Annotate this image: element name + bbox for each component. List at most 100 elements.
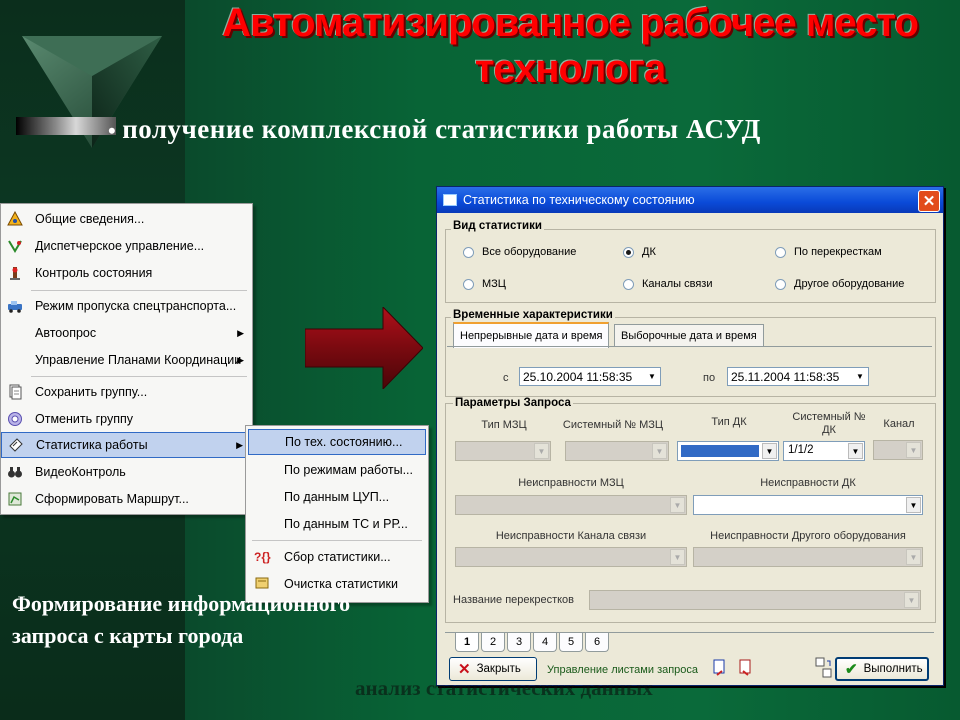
menu-item-label: Режим пропуска спецтранспорта... xyxy=(35,299,237,313)
radio-dk[interactable]: ДК xyxy=(623,246,656,258)
close-button-label: Закрыть xyxy=(476,663,521,675)
page-tab-1[interactable]: 1 xyxy=(455,633,479,652)
page-tab-6[interactable]: 6 xyxy=(585,633,609,652)
kanal-select[interactable]: ▼ xyxy=(873,440,923,460)
sys-dk-value: 1/1/2 xyxy=(788,444,814,456)
radio-label: По перекресткам xyxy=(794,246,882,258)
tab-continuous[interactable]: Непрерывные дата и время xyxy=(453,322,610,348)
tab-selective[interactable]: Выборочные дата и время xyxy=(614,324,764,347)
page-tab-label: 4 xyxy=(541,636,549,648)
dropdown-arrow-icon: ▼ xyxy=(906,549,921,565)
slide-bullet: • получение комплексной статистики работы… xyxy=(108,114,761,145)
radio-label: ДК xyxy=(642,246,656,258)
radio-other-equipment[interactable]: Другое оборудование xyxy=(775,278,904,290)
swap-icon[interactable] xyxy=(815,657,833,682)
dropdown-arrow-icon: ▼ xyxy=(670,497,685,513)
page-tab-label: 1 xyxy=(463,636,471,648)
statistics-submenu: По тех. состоянию... По режимам работы..… xyxy=(245,425,429,603)
radio-all-equipment[interactable]: Все оборудование xyxy=(463,246,576,258)
menu-item-build-route[interactable]: Сформировать Маршрут... xyxy=(1,486,252,512)
menu-item-dispatch-control[interactable]: Диспетчерское управление... xyxy=(1,233,252,259)
page-tab-3[interactable]: 3 xyxy=(507,633,531,652)
menu-item-cancel-group[interactable]: Отменить группу xyxy=(1,406,252,432)
stat-type-label: Вид статистики xyxy=(451,220,544,232)
submenu-item-label: Сбор статистики... xyxy=(284,550,391,564)
dropdown-arrow-icon: ▼ xyxy=(906,497,921,513)
page-tab-label: 6 xyxy=(593,636,601,648)
to-label: по xyxy=(703,372,716,384)
radio-label: Другое оборудование xyxy=(794,278,905,290)
menu-item-video-control[interactable]: ВидеоКонтроль xyxy=(1,459,252,485)
to-datetime-picker[interactable]: 25.11.2004 11:58:35 ▼ xyxy=(727,367,869,386)
menu-item-label: Контроль состояния xyxy=(35,266,153,280)
menu-item-special-vehicle[interactable]: Режим пропуска спецтранспорта... xyxy=(1,293,252,319)
fault-channel-label: Неисправности Канала связи xyxy=(495,530,647,542)
vehicle-icon xyxy=(3,296,27,316)
menu-item-status-control[interactable]: Контроль состояния xyxy=(1,260,252,286)
decorative-bar xyxy=(16,117,116,135)
radio-mzc[interactable]: МЗЦ xyxy=(463,278,506,290)
tip-mzc-label: Тип МЗЦ xyxy=(481,419,527,431)
sys-mzc-label: Системный № МЗЦ xyxy=(562,419,664,431)
menu-item-general-info[interactable]: Общие сведения... xyxy=(1,206,252,232)
route-icon xyxy=(3,489,27,509)
sys-dk-select[interactable]: 1/1/2 ▼ xyxy=(783,441,865,461)
status-icon xyxy=(3,263,27,283)
menu-item-save-group[interactable]: Сохранить группу... xyxy=(1,379,252,405)
info-icon xyxy=(3,209,27,229)
close-icon[interactable]: ✕ xyxy=(918,190,940,212)
submenu-item-collect-statistics[interactable]: ?{} Сбор статистики... xyxy=(248,544,426,570)
radio-by-crossroads[interactable]: По перекресткам xyxy=(775,246,882,258)
sys-mzc-select[interactable]: ▼ xyxy=(565,441,669,461)
radio-comm-channels[interactable]: Каналы связи xyxy=(623,278,712,290)
page-tab-label: 3 xyxy=(515,636,523,648)
submenu-item-tech-state[interactable]: По тех. состоянию... xyxy=(248,429,426,455)
sheets-management-label: Управление листами запроса xyxy=(547,664,699,676)
menu-item-work-statistics[interactable]: Статистика работы ▶ xyxy=(1,432,252,458)
cancel-group-icon xyxy=(3,409,27,429)
fault-mzc-select[interactable]: ▼ xyxy=(455,495,687,515)
dropdown-arrow-icon: ▼ xyxy=(904,592,919,608)
menu-item-label: ВидеоКонтроль xyxy=(35,465,126,479)
crossroad-name-select[interactable]: ▼ xyxy=(589,590,921,610)
menu-item-label: Управление Планами Координации xyxy=(35,353,242,367)
from-datetime-picker[interactable]: 25.10.2004 11:58:35 ▼ xyxy=(519,367,661,386)
tab-label: Непрерывные дата и время xyxy=(460,330,603,342)
save-group-icon xyxy=(3,382,27,402)
submenu-item-work-modes[interactable]: По режимам работы... xyxy=(248,457,426,483)
page-tab-4[interactable]: 4 xyxy=(533,633,557,652)
tip-dk-select[interactable]: ▼ xyxy=(677,441,779,461)
fault-channel-select[interactable]: ▼ xyxy=(455,547,687,567)
statistics-dialog: Статистика по техническому состоянию ✕ В… xyxy=(436,186,944,686)
dropdown-arrow-icon: ▼ xyxy=(906,442,921,458)
fault-dk-select[interactable]: ▼ xyxy=(693,495,923,515)
dropdown-arrow-icon: ▼ xyxy=(534,443,549,459)
radio-label: Каналы связи xyxy=(642,278,713,290)
add-sheet-icon[interactable] xyxy=(713,659,727,680)
execute-button[interactable]: ✔ Выполнить xyxy=(835,657,929,681)
submenu-item-cup-data[interactable]: По данным ЦУП... xyxy=(248,484,426,510)
page-tab-2[interactable]: 2 xyxy=(481,633,505,652)
bullet-dot: • xyxy=(108,118,117,143)
stat-type-group xyxy=(445,229,936,303)
submenu-item-ts-rr-data[interactable]: По данным ТС и РР... xyxy=(248,511,426,537)
dialog-title: Статистика по техническому состоянию xyxy=(463,193,695,207)
tip-dk-highlight xyxy=(681,445,759,457)
from-value: 25.10.2004 11:58:35 xyxy=(523,369,633,384)
page-tab-5[interactable]: 5 xyxy=(559,633,583,652)
menu-separator xyxy=(31,290,247,291)
menu-item-label: Диспетчерское управление... xyxy=(35,239,205,253)
fault-other-select[interactable]: ▼ xyxy=(693,547,923,567)
fault-dk-label: Неисправности ДК xyxy=(760,477,856,489)
remove-sheet-icon[interactable] xyxy=(739,659,753,680)
tip-mzc-select[interactable]: ▼ xyxy=(455,441,551,461)
bullet-text: получение комплексной статистики работы … xyxy=(122,114,761,144)
ghost-footer-text: анализ статистических данных xyxy=(355,676,653,700)
menu-item-coordination-plans[interactable]: Управление Планами Координации ▶ xyxy=(1,347,252,373)
dropdown-arrow-icon: ▼ xyxy=(670,549,685,565)
radio-label: Все оборудование xyxy=(482,246,577,258)
statistics-icon xyxy=(4,435,28,455)
dropdown-arrow-icon: ▼ xyxy=(848,443,863,459)
arrow-right-icon xyxy=(305,307,423,389)
menu-item-autopoll[interactable]: Автоопрос ▶ xyxy=(1,320,252,346)
